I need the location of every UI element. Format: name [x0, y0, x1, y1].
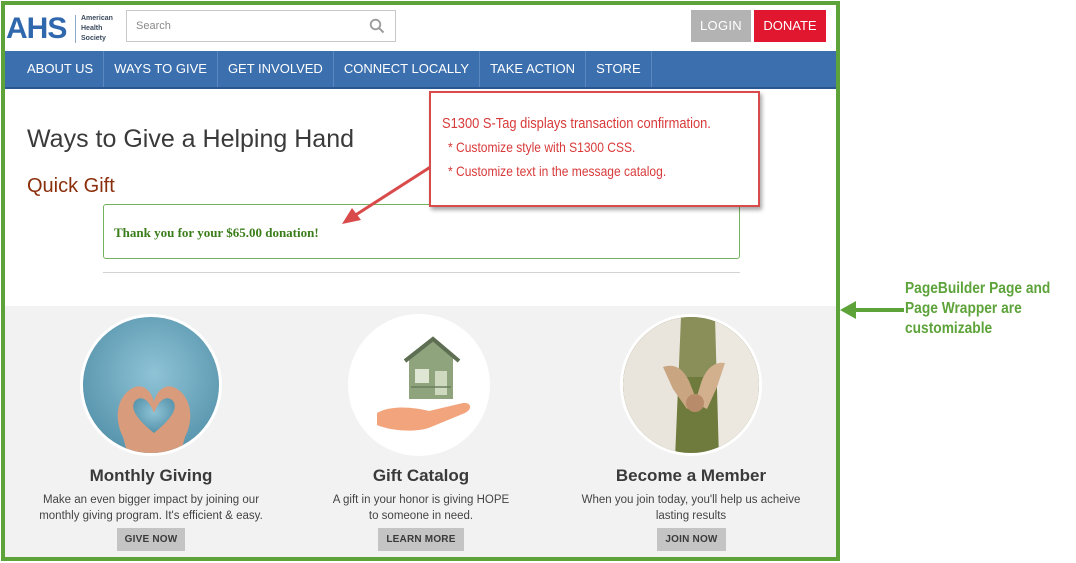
features-band: Monthly Giving Make an even bigger impac…: [5, 306, 836, 557]
feature-description-line: When you join today, you'll help us ache…: [581, 494, 801, 506]
feature-title: Monthly Giving: [89, 466, 213, 485]
site-header: AHS American Health Society LOGIN: [5, 5, 836, 51]
donate-button[interactable]: DONATE: [754, 10, 826, 42]
annotation-callout: S1300 S-Tag displays transaction confirm…: [429, 91, 760, 207]
search-icon[interactable]: [369, 18, 385, 34]
login-button[interactable]: LOGIN: [691, 10, 751, 42]
screenshot-stage: AHS American Health Society LOGIN: [0, 0, 1076, 563]
main-nav: ABOUT US WAYS TO GIVE GET INVOLVED CONNE…: [5, 51, 836, 89]
nav-item-store[interactable]: STORE: [586, 51, 652, 87]
side-annotation-line: customizable: [905, 320, 993, 337]
feature-title: Become a Member: [615, 466, 767, 485]
feature-description-line: A gift in your honor is giving HOPE: [332, 494, 510, 506]
callout-text: * Customize style with S1300 CSS.: [448, 139, 636, 155]
logo-text-line: Health: [81, 25, 103, 32]
feature-description: Make an even bigger impact by joining ou…: [31, 492, 271, 524]
learn-more-button[interactable]: LEARN MORE: [378, 528, 464, 551]
logo-mark: AHS: [6, 12, 67, 45]
feature-description-line: monthly giving program. It's efficient &…: [39, 510, 263, 522]
page-wrapper-frame: AHS American Health Society LOGIN: [1, 1, 840, 561]
logo-divider: [75, 15, 76, 43]
nav-item-take-action[interactable]: TAKE ACTION: [480, 51, 587, 87]
page-title: Ways to Give a Helping Hand: [27, 125, 355, 153]
side-annotation-line: PageBuilder Page and: [905, 280, 1051, 297]
heart-hands-image[interactable]: [80, 314, 222, 456]
search-input[interactable]: [136, 17, 364, 35]
feature-description-line: to someone in need.: [368, 510, 474, 522]
section-title: Quick Gift: [27, 175, 115, 197]
nav-item-get-involved[interactable]: GET INVOLVED: [218, 51, 334, 87]
money-house-image[interactable]: [348, 314, 490, 456]
logo-text: American Health Society: [81, 14, 121, 44]
give-now-button[interactable]: GIVE NOW: [117, 528, 185, 551]
callout-text: * Customize text in the message catalog.: [448, 163, 667, 179]
feature-description: When you join today, you'll help us ache…: [571, 492, 811, 524]
nav-item-about-us[interactable]: ABOUT US: [5, 51, 105, 87]
nav-item-connect-locally[interactable]: CONNECT LOCALLY: [334, 51, 481, 87]
holding-hands-image[interactable]: [620, 314, 762, 456]
confirmation-message-box: Thank you for your $65.00 donation!: [103, 204, 740, 259]
feature-description-line: Make an even bigger impact by joining ou…: [42, 494, 260, 506]
nav-item-ways-to-give[interactable]: WAYS TO GIVE: [104, 51, 218, 87]
nav-list: ABOUT US WAYS TO GIVE GET INVOLVED CONNE…: [5, 51, 836, 87]
confirmation-text: Thank you for your $65.00 donation!: [114, 225, 319, 240]
logo-text-line: Society: [81, 35, 106, 42]
side-annotation: PageBuilder Page and Page Wrapper are cu…: [905, 279, 1051, 339]
join-now-button[interactable]: JOIN NOW: [657, 528, 726, 551]
feature-title: Gift Catalog: [372, 466, 470, 485]
callout-text: S1300 S-Tag displays transaction confirm…: [442, 115, 711, 132]
side-note-arrow: [840, 301, 904, 319]
side-annotation-line: Page Wrapper are: [905, 300, 1022, 317]
feature-description: A gift in your honor is giving HOPE to s…: [301, 492, 541, 524]
feature-description-line: lasting results: [655, 510, 727, 522]
site-logo[interactable]: AHS American Health Society: [6, 12, 116, 46]
search-box[interactable]: [126, 10, 396, 42]
logo-text-line: American: [81, 15, 113, 22]
divider: [103, 272, 740, 273]
